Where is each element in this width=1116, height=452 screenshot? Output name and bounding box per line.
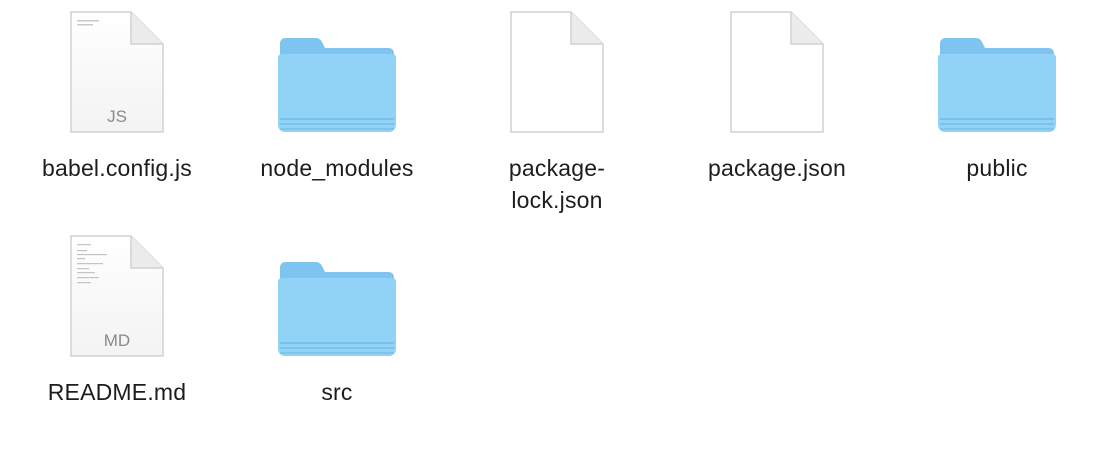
blank-document-icon bbox=[730, 11, 824, 133]
file-item-package-json[interactable]: package.json bbox=[672, 10, 882, 184]
folder-name: public bbox=[966, 155, 1028, 181]
file-name: babel.config.js bbox=[41, 155, 193, 181]
file-item-babel-config[interactable]: JS babel.config.js bbox=[12, 10, 222, 184]
file-item-readme[interactable]: MD README.md bbox=[12, 234, 222, 408]
folder-name: src bbox=[321, 379, 353, 405]
file-name: package- lock.json bbox=[467, 152, 647, 216]
folder-item-node-modules[interactable]: node_modules bbox=[232, 10, 442, 184]
file-name: README.md bbox=[47, 379, 187, 405]
folder-item-public[interactable]: public bbox=[892, 10, 1102, 184]
file-name: package.json bbox=[708, 155, 846, 181]
folder-name: node_modules bbox=[260, 155, 414, 181]
finder-icon-grid: JS babel.config.js node_modules package- bbox=[0, 0, 1116, 452]
markdown-document-icon: MD bbox=[70, 235, 164, 357]
file-name-line-2: lock.json bbox=[511, 187, 603, 213]
file-name-line-1: package- bbox=[508, 155, 606, 181]
blank-document-icon bbox=[510, 11, 604, 133]
file-badge: JS bbox=[107, 107, 127, 126]
file-item-package-lock[interactable]: package- lock.json bbox=[452, 10, 662, 216]
js-document-icon: JS bbox=[70, 11, 164, 133]
folder-icon bbox=[938, 38, 1056, 132]
folder-icon bbox=[278, 262, 396, 356]
folder-icon bbox=[278, 38, 396, 132]
folder-item-src[interactable]: src bbox=[232, 234, 442, 408]
file-badge: MD bbox=[104, 331, 130, 350]
